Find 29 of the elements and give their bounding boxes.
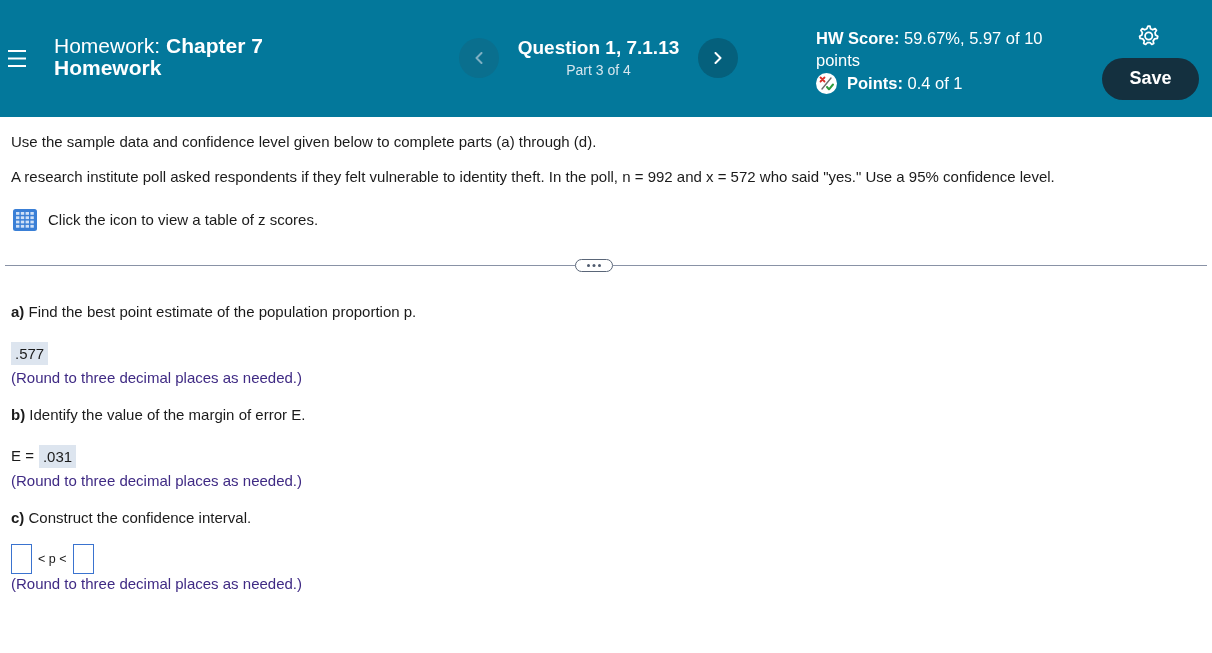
- part-indicator: Part 3 of 4: [565, 60, 632, 79]
- expand-button[interactable]: [575, 258, 613, 272]
- question-prompt: a) Find the best point estimate of the population proportion p.: [11, 303, 418, 321]
- answer-field[interactable]: .031: [38, 444, 77, 468]
- points-text: Points: 0.4 of 1: [847, 73, 963, 94]
- answer-field[interactable]: .577: [11, 341, 49, 365]
- chevron-left-icon: [475, 51, 483, 64]
- assignment-title: Homework: Chapter 7 Homework: [54, 34, 264, 79]
- check-cross-icon: [816, 72, 837, 94]
- input-field[interactable]: [72, 544, 94, 574]
- hint-text: (Round to three decimal places as needed.): [11, 472, 303, 490]
- chevron-right-icon: [714, 51, 722, 64]
- dots-icon: [587, 263, 601, 267]
- instruction-text: A research institute poll asked respondents if they felt vulnerable to identity theft. In the poll, n = 992 and x = 572 who said "yes." Use a 95% confidence level.: [11, 168, 1056, 186]
- settings-icon[interactable]: [1136, 23, 1160, 48]
- instruction-text: Click the icon to view a table of z scores.: [48, 211, 319, 229]
- table-icon[interactable]: [13, 209, 37, 231]
- question-prompt: b) Identify the value of the margin of error E.: [11, 406, 307, 424]
- input-field[interactable]: [11, 544, 32, 574]
- hint-text: (Round to three decimal places as needed.): [11, 575, 303, 593]
- answer-label: E =: [11, 447, 34, 465]
- question-prompt: c) Construct the confidence interval.: [11, 509, 253, 527]
- question-title: Question 1, 7.1.13: [516, 36, 681, 59]
- hw-score-text: HW Score: 59.67%, 5.97 of 10 points: [816, 28, 1044, 71]
- save-button[interactable]: Save: [1102, 57, 1199, 100]
- instruction-text: Use the sample data and confidence level given below to complete parts (a) through (d).: [11, 133, 598, 151]
- next-button[interactable]: [698, 37, 738, 78]
- hint-text: (Round to three decimal places as needed.): [11, 369, 303, 387]
- inequality-text: < p <: [37, 550, 68, 568]
